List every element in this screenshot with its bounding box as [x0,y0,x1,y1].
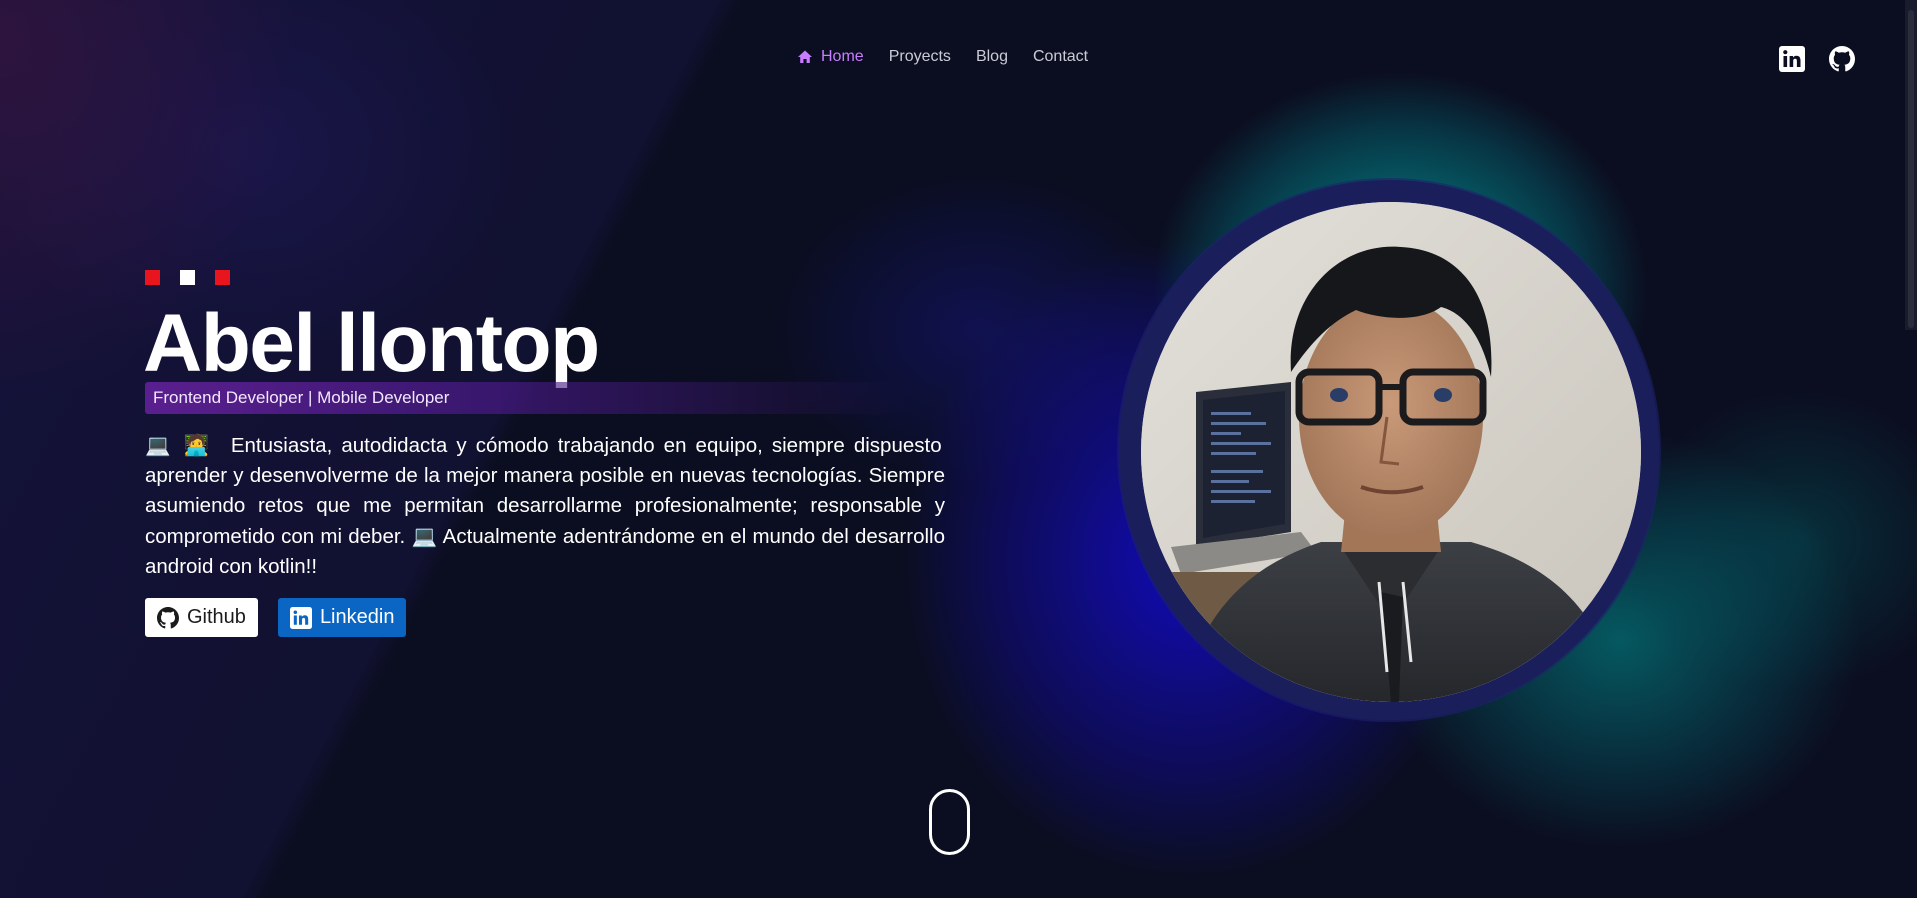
profile-photo [1141,202,1641,702]
dot-red [215,270,230,285]
hero-role: Frontend Developer | Mobile Developer [145,382,905,414]
hero-name: Abel llontop [143,298,600,389]
social-links [1779,46,1855,72]
dot-red [145,270,160,285]
laptop-emoji: 💻 🧑‍💻 [145,433,213,457]
nav-item-proyects-label: Proyects [888,48,951,65]
nav-item-blog-label: Blog [975,48,1008,65]
home-icon [798,50,812,63]
nav-item-contact-label: Contact [1032,48,1089,65]
linkedin-icon[interactable] [1779,46,1805,72]
nav-item-home-label: Home [821,48,864,65]
nav-item-contact[interactable]: Contact [1033,48,1088,66]
nav-item-home[interactable]: Home [797,48,864,66]
github-button-label: Github [187,606,246,628]
scroll-down-indicator[interactable] [929,789,970,855]
linkedin-button-label: Linkedin [319,606,395,628]
decorative-dots [145,270,230,285]
main-nav: Home Proyects Blog Contact [797,48,1088,66]
linkedin-button[interactable]: Linkedin [277,598,407,637]
linkedin-icon [289,606,312,629]
nav-item-blog[interactable]: Blog [976,48,1008,66]
profile-photo-illustration [1141,202,1641,702]
dot-white [180,270,195,285]
scrollbar[interactable] [1905,0,1917,330]
hero-bio: 💻 🧑‍💻 Entusiasta, autodidacta y cómodo t… [145,430,945,582]
nav-item-proyects[interactable]: Proyects [889,48,951,66]
portfolio-page: Home Proyects Blog Contact Abel llontop … [0,0,1917,898]
hero-buttons: Github Linkedin [145,598,407,637]
github-icon[interactable] [1829,46,1855,72]
github-icon [157,606,179,628]
laptop-emoji-2: 💻 [411,524,438,548]
github-button[interactable]: Github [145,598,258,637]
